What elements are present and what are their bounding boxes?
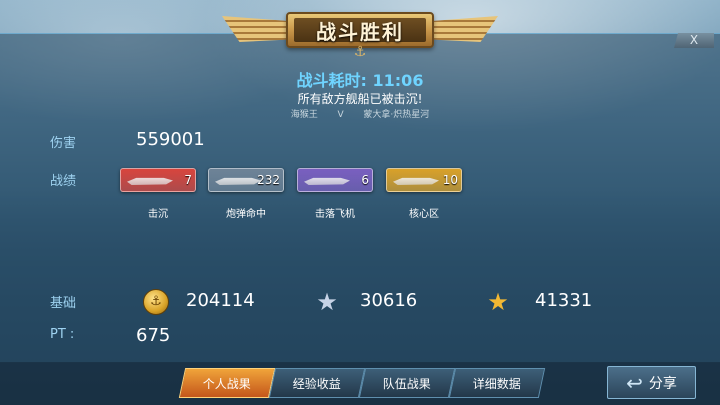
- medal-label: 炮弹命中: [226, 209, 266, 220]
- record-label: 战绩: [50, 174, 77, 189]
- close-button[interactable]: X: [674, 33, 714, 48]
- medal-count: 6: [361, 173, 369, 187]
- tab-label: 个人战果: [202, 377, 251, 391]
- citadel-icon: [393, 177, 439, 186]
- right-wing-decoration: [428, 16, 498, 42]
- tab-label: 队伍战果: [382, 377, 431, 391]
- medal-label: 击落飞机: [315, 209, 355, 220]
- left-wing-decoration: [222, 16, 292, 42]
- gold-star-icon: ★: [487, 288, 509, 316]
- pt-label: PT :: [50, 327, 75, 342]
- medal-shell-hits[interactable]: 232: [208, 168, 284, 192]
- victory-emblem: 战斗胜利 ⚓: [222, 2, 498, 60]
- tab-label: 经验收益: [292, 377, 341, 391]
- player-b-name: 蒙大拿·炽热星河: [363, 110, 430, 120]
- player-a-name: 海猴王: [290, 110, 318, 120]
- warship-icon: [127, 177, 173, 186]
- base-label: 基础: [50, 296, 77, 311]
- battle-time-label: 战斗耗时:: [296, 71, 367, 90]
- share-arrow-icon: ↩: [626, 370, 643, 395]
- medal-count: 7: [184, 173, 192, 187]
- medal-count: 232: [257, 173, 280, 187]
- vs-label: V: [337, 110, 344, 120]
- silver-star-icon: ★: [316, 288, 338, 316]
- title-banner: 战斗胜利: [286, 12, 434, 48]
- tab-detailed-data[interactable]: 详细数据: [448, 368, 546, 398]
- share-button[interactable]: ↩ 分享: [607, 366, 696, 399]
- coins-value: 204114: [186, 290, 255, 311]
- battle-time-value: 11:06: [372, 71, 424, 90]
- matchup-line: 海猴王 V 蒙大拿·炽热星河: [0, 107, 720, 120]
- battle-result-text: 所有敌方舰船已被击沉!: [297, 92, 423, 106]
- medal-planes-down[interactable]: 6: [297, 168, 373, 192]
- tab-personal-results[interactable]: 个人战果: [178, 368, 276, 398]
- tab-exp-gains[interactable]: 经验收益: [268, 368, 366, 398]
- page-title: 战斗胜利: [294, 18, 426, 44]
- damage-value: 559001: [136, 129, 205, 150]
- pt-value: 675: [136, 325, 171, 346]
- aircraft-icon: [304, 177, 350, 186]
- medal-label: 击沉: [148, 209, 168, 220]
- damage-label: 伤害: [50, 136, 77, 151]
- medal-label: 核心区: [409, 209, 439, 220]
- medal-sink[interactable]: 7: [120, 168, 196, 192]
- anchor-icon: ⚓: [353, 44, 367, 60]
- battle-time: 战斗耗时: 11:06: [0, 67, 720, 91]
- gold-star-value: 41331: [535, 290, 593, 311]
- share-label: 分享: [648, 375, 677, 392]
- tab-team-results[interactable]: 队伍战果: [358, 368, 456, 398]
- silver-star-value: 30616: [360, 290, 418, 311]
- medal-citadel[interactable]: 10: [386, 168, 462, 192]
- coin-icon: ⚓: [143, 289, 169, 315]
- tab-label: 详细数据: [472, 377, 521, 391]
- medal-count: 10: [442, 173, 458, 187]
